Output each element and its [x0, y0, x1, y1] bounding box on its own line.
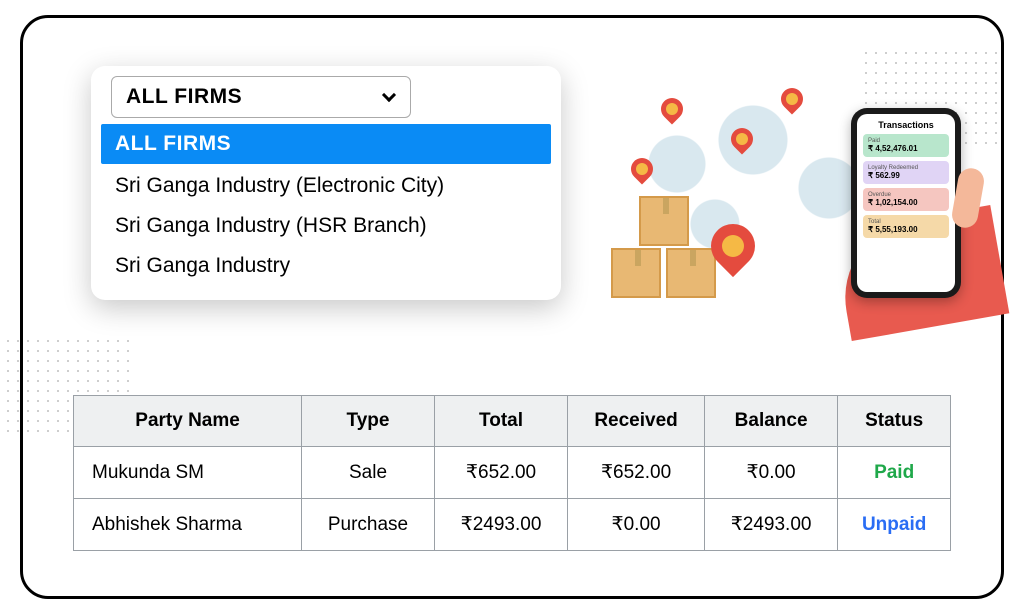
phone-stat: Loyalty Redeemed ₹ 562.99	[863, 161, 949, 184]
col-balance: Balance	[704, 396, 837, 447]
cell-balance: ₹0.00	[704, 447, 837, 499]
chevron-down-icon	[382, 88, 396, 102]
phone-stat: Paid ₹ 4,52,476.01	[863, 134, 949, 157]
cell-type: Purchase	[302, 499, 435, 551]
cell-type: Sale	[302, 447, 435, 499]
transactions-table: Party Name Type Total Received Balance S…	[73, 395, 951, 551]
phone-title: Transactions	[863, 120, 949, 130]
phone-stat: Overdue ₹ 1,02,154.00	[863, 188, 949, 211]
cell-status: Unpaid	[838, 499, 951, 551]
col-received: Received	[568, 396, 705, 447]
table-row[interactable]: Abhishek Sharma Purchase ₹2493.00 ₹0.00 …	[74, 499, 951, 551]
firm-option[interactable]: Sri Ganga Industry (Electronic City)	[101, 166, 551, 206]
cell-party: Mukunda SM	[74, 447, 302, 499]
col-type: Type	[302, 396, 435, 447]
transactions-table-wrap: Party Name Type Total Received Balance S…	[73, 395, 951, 551]
main-card: ALL FIRMS ALL FIRMS Sri Ganga Industry (…	[20, 15, 1004, 599]
col-party-name: Party Name	[74, 396, 302, 447]
firm-dropdown-panel: ALL FIRMS ALL FIRMS Sri Ganga Industry (…	[91, 66, 561, 300]
phone-mockup: Transactions Paid ₹ 4,52,476.01 Loyalty …	[851, 108, 961, 298]
firm-select[interactable]: ALL FIRMS	[111, 76, 411, 118]
col-status: Status	[838, 396, 951, 447]
firm-option[interactable]: Sri Ganga Industry (HSR Branch)	[101, 206, 551, 246]
firm-option-all[interactable]: ALL FIRMS	[101, 124, 551, 164]
cell-received: ₹652.00	[568, 447, 705, 499]
cell-total: ₹652.00	[434, 447, 567, 499]
phone-stat: Total ₹ 5,55,193.00	[863, 215, 949, 238]
hand-holding-phone-icon: Transactions Paid ₹ 4,52,476.01 Loyalty …	[801, 128, 1001, 328]
cell-party: Abhishek Sharma	[74, 499, 302, 551]
status-badge: Unpaid	[862, 514, 926, 535]
cell-balance: ₹2493.00	[704, 499, 837, 551]
table-row[interactable]: Mukunda SM Sale ₹652.00 ₹652.00 ₹0.00 Pa…	[74, 447, 951, 499]
firm-select-label: ALL FIRMS	[126, 85, 242, 109]
cell-received: ₹0.00	[568, 499, 705, 551]
status-badge: Paid	[874, 462, 914, 483]
cell-status: Paid	[838, 447, 951, 499]
packages-icon	[611, 198, 721, 298]
col-total: Total	[434, 396, 567, 447]
hero-illustration: Transactions Paid ₹ 4,52,476.01 Loyalty …	[601, 68, 981, 308]
firm-option[interactable]: Sri Ganga Industry	[101, 246, 551, 286]
cell-total: ₹2493.00	[434, 499, 567, 551]
